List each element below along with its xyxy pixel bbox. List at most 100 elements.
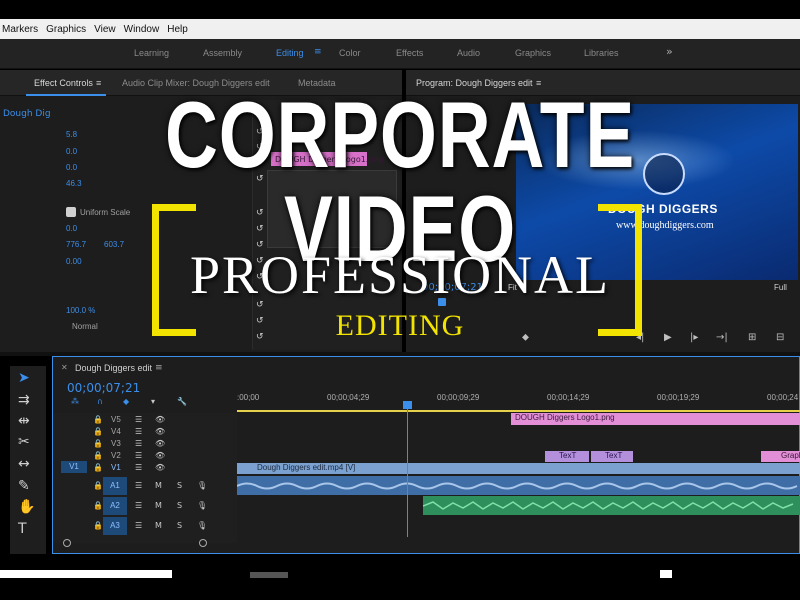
mute-button[interactable]: M: [155, 501, 162, 510]
solo-button[interactable]: S: [177, 481, 182, 490]
param-value[interactable]: 5.8: [66, 130, 77, 139]
sequence-tab[interactable]: Dough Diggers edit: [75, 363, 152, 373]
marker-icon[interactable]: ▾: [151, 397, 155, 406]
workspace-menu-icon[interactable]: ≡: [314, 47, 322, 57]
linked-selection-icon[interactable]: ∩: [97, 397, 103, 406]
audio-clip-a1[interactable]: [237, 476, 800, 495]
eye-icon[interactable]: 👁: [155, 451, 165, 460]
mute-button[interactable]: M: [155, 481, 162, 490]
graphic-clip[interactable]: Graph: [761, 451, 800, 462]
microphone-icon[interactable]: 🎙: [197, 521, 207, 530]
selection-tool-icon[interactable]: ➤: [18, 370, 30, 386]
lock-icon[interactable]: 🔒: [93, 451, 103, 460]
scrollbar-end[interactable]: [660, 570, 672, 578]
wrench-icon[interactable]: 🔧: [177, 397, 187, 406]
track-v2[interactable]: V2: [111, 451, 121, 460]
uniform-scale-checkbox[interactable]: [66, 207, 76, 217]
pen-icon[interactable]: ✎: [18, 478, 30, 494]
track-a3[interactable]: A3: [103, 517, 127, 535]
param-value[interactable]: 46.3: [66, 179, 82, 188]
zoom-scroll-start[interactable]: [63, 539, 71, 547]
add-marker-icon[interactable]: ◆: [123, 397, 129, 406]
waveform-a1: [237, 482, 798, 490]
lock-icon[interactable]: 🔒: [93, 501, 103, 510]
text-clip[interactable]: TexT: [545, 451, 589, 462]
tab-effect-controls[interactable]: Effect Controls: [34, 78, 93, 88]
lock-icon[interactable]: 🔒: [93, 439, 103, 448]
zoom-scroll-end[interactable]: [199, 539, 207, 547]
snap-icon[interactable]: ⁂: [71, 397, 79, 406]
effect-controls-menu-icon[interactable]: ≡: [96, 78, 101, 88]
solo-button[interactable]: S: [177, 521, 182, 530]
workspace-tab-assembly[interactable]: Assembly: [203, 48, 242, 58]
menu-window[interactable]: Window: [122, 24, 160, 35]
text-clip[interactable]: TexT: [591, 451, 633, 462]
track-v5[interactable]: V5: [111, 415, 121, 424]
workspace-tab-learning[interactable]: Learning: [134, 48, 169, 58]
lock-icon[interactable]: 🔒: [93, 427, 103, 436]
sync-lock-icon[interactable]: ☰: [135, 463, 142, 472]
sync-lock-icon[interactable]: ☰: [135, 415, 142, 424]
logo-clip[interactable]: DOUGH Diggers Logo1.png: [511, 413, 800, 425]
param-value[interactable]: 0.0: [66, 163, 77, 172]
work-area-bar[interactable]: [237, 410, 800, 412]
workspace-tab-editing[interactable]: Editing: [276, 48, 304, 58]
ruler-tick: 00;00;04;29: [327, 393, 370, 402]
ruler-tick: 00;00;09;29: [437, 393, 480, 402]
title-bar: [0, 0, 800, 19]
track-select-icon[interactable]: ⇉: [18, 392, 30, 408]
video-clip-v1[interactable]: Dough Diggers edit.mp4 [V]: [237, 463, 800, 474]
lock-icon[interactable]: 🔒: [93, 463, 103, 472]
microphone-icon[interactable]: 🎙: [197, 481, 207, 490]
hand-icon[interactable]: ✋: [18, 499, 35, 515]
scrollbar-thumb[interactable]: [250, 572, 288, 578]
ripple-edit-icon[interactable]: ⇹: [18, 413, 30, 429]
eye-icon[interactable]: 👁: [155, 427, 165, 436]
eye-icon[interactable]: 👁: [155, 415, 165, 424]
track-a2[interactable]: A2: [103, 497, 127, 515]
sequence-label[interactable]: Dough Dig: [3, 109, 51, 119]
microphone-icon[interactable]: 🎙: [197, 501, 207, 510]
slip-icon[interactable]: ↔: [18, 456, 30, 472]
timeline-timecode[interactable]: 00;00;07;21: [67, 381, 140, 395]
mute-button[interactable]: M: [155, 521, 162, 530]
workspace-tab-audio[interactable]: Audio: [457, 48, 480, 58]
rotation-value[interactable]: 0.0: [66, 224, 77, 233]
scrollbar[interactable]: [0, 570, 172, 578]
track-v1[interactable]: V1: [111, 463, 121, 472]
timeline-playhead[interactable]: [407, 401, 408, 537]
sync-lock-icon[interactable]: ☰: [135, 481, 142, 490]
workspace-tab-color[interactable]: Color: [339, 48, 361, 58]
menu-graphics[interactable]: Graphics: [44, 24, 86, 35]
source-patch-v1[interactable]: V1: [61, 461, 87, 473]
track-v3[interactable]: V3: [111, 439, 121, 448]
sync-lock-icon[interactable]: ☰: [135, 427, 142, 436]
sync-lock-icon[interactable]: ☰: [135, 439, 142, 448]
razor-icon[interactable]: ✂: [18, 434, 30, 450]
more-workspaces-icon[interactable]: »: [666, 45, 673, 58]
lock-icon[interactable]: 🔒: [93, 481, 103, 490]
menu-help[interactable]: Help: [165, 24, 188, 35]
workspace-tab-libraries[interactable]: Libraries: [584, 48, 619, 58]
lock-icon[interactable]: 🔒: [93, 521, 103, 530]
close-icon[interactable]: ✕: [61, 363, 68, 372]
menu-view[interactable]: View: [92, 24, 116, 35]
solo-button[interactable]: S: [177, 501, 182, 510]
sync-lock-icon[interactable]: ☰: [135, 451, 142, 460]
track-v4[interactable]: V4: [111, 427, 121, 436]
sync-lock-icon[interactable]: ☰: [135, 521, 142, 530]
type-icon[interactable]: T: [18, 521, 27, 537]
timeline-menu-icon[interactable]: ≡: [155, 363, 163, 373]
audio-clip-a2[interactable]: [423, 496, 800, 515]
eye-icon[interactable]: 👁: [155, 463, 165, 472]
overlay-editing: EDITING: [335, 309, 465, 342]
taskbar-area: [0, 556, 800, 600]
workspace-tab-graphics[interactable]: Graphics: [515, 48, 551, 58]
eye-icon[interactable]: 👁: [155, 439, 165, 448]
sync-lock-icon[interactable]: ☰: [135, 501, 142, 510]
workspace-tab-effects[interactable]: Effects: [396, 48, 423, 58]
menu-markers[interactable]: Markers: [0, 24, 38, 35]
track-a1[interactable]: A1: [103, 477, 127, 495]
param-value[interactable]: 0.0: [66, 147, 77, 156]
lock-icon[interactable]: 🔒: [93, 415, 103, 424]
